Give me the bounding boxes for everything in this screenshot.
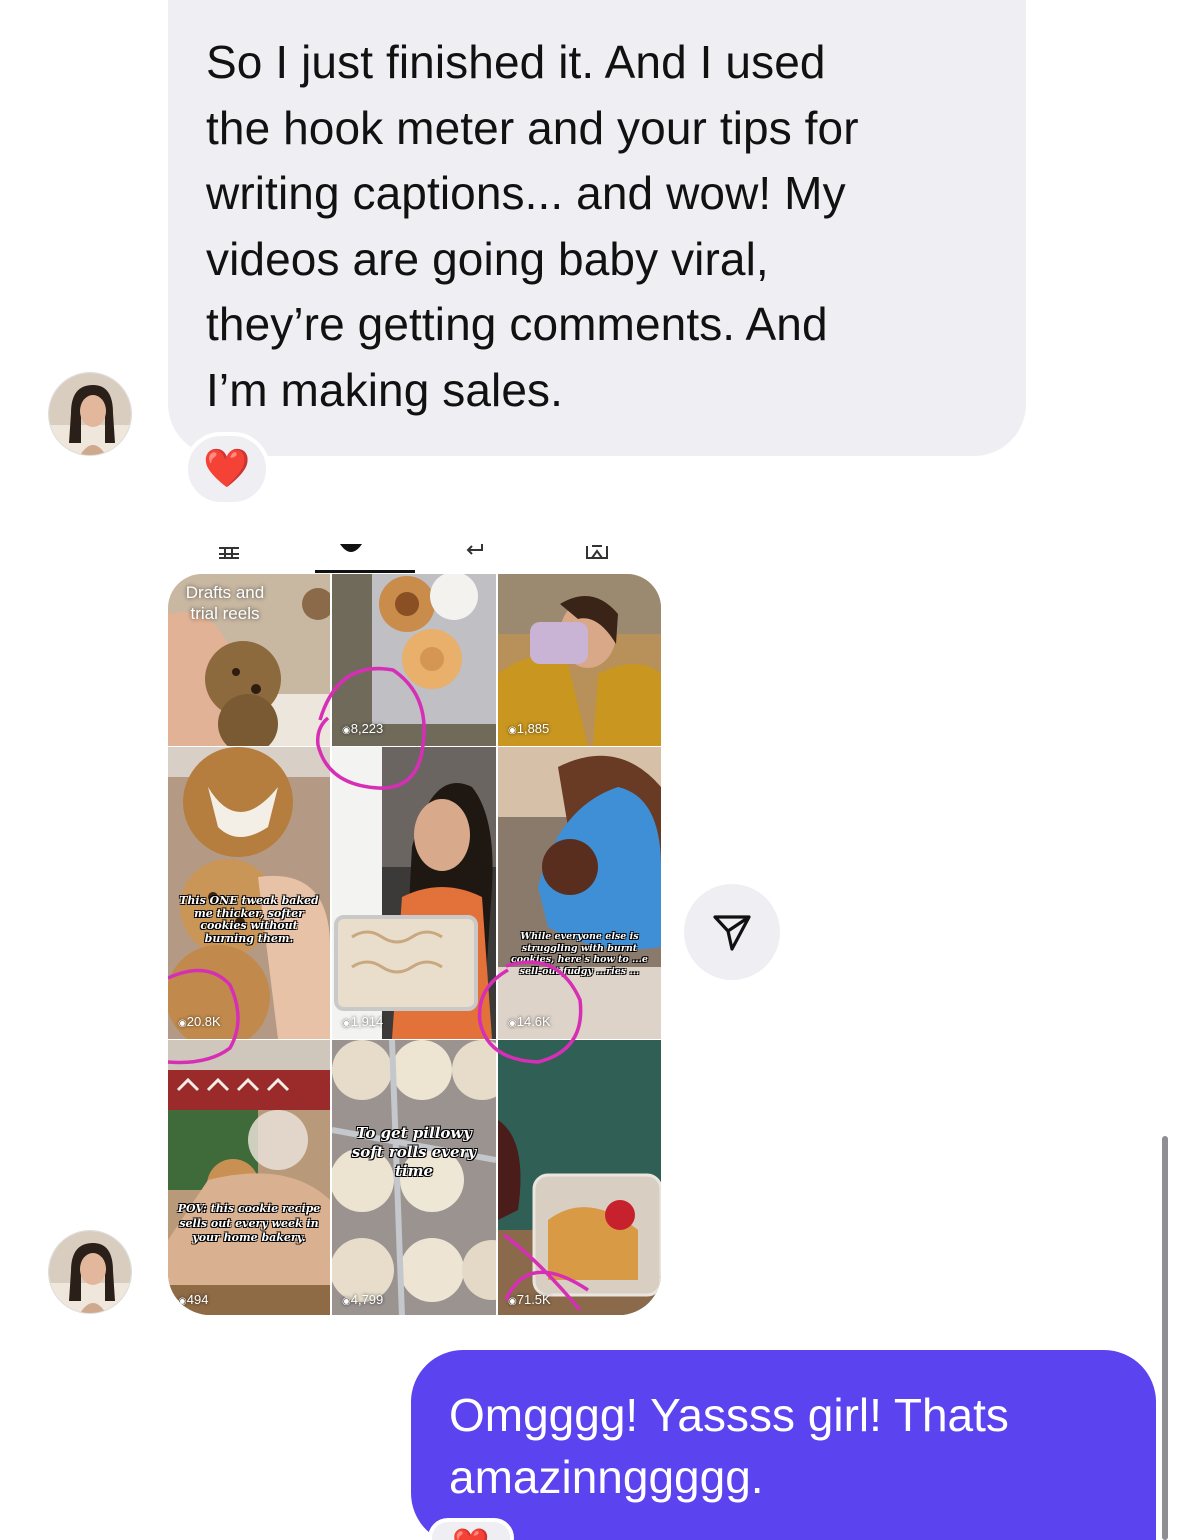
reel-caption: While everyone else is struggling with b… [511, 931, 648, 977]
cookie-dough-photo [498, 747, 661, 1039]
paper-plane-icon [713, 915, 751, 951]
gooey-cookie-photo [168, 747, 330, 1039]
outgoing-message-bubble[interactable]: Omgggg! Yassss girl! Thats amazinnggggg. [411, 1350, 1156, 1540]
chat-thread: So I just finished it. And I used the ho… [0, 0, 1177, 1540]
packaged-roll-photo [498, 1040, 661, 1315]
heart-reaction[interactable]: ❤️ [184, 432, 270, 506]
heart-icon: ❤️ [203, 448, 251, 490]
outgoing-message-text: Omgggg! Yassss girl! Thats amazinnggggg. [449, 1389, 1009, 1503]
heart-icon: ❤️ [452, 1528, 489, 1540]
reels-grid: Drafts and trial reels 8,223 [168, 574, 661, 1315]
view-count: 14.6K [508, 1014, 551, 1029]
baker-photo [332, 747, 496, 1039]
reel-tile[interactable]: To get pillowy soft rolls every time 4,7… [332, 1040, 496, 1315]
avatar[interactable] [48, 372, 132, 456]
reel-tile[interactable]: This ONE tweak baked me thicker, softer … [168, 747, 330, 1039]
scrollbar[interactable] [1162, 1136, 1168, 1540]
reel-tile[interactable]: 1,914 [332, 747, 496, 1039]
reel-tile[interactable]: POV: this cookie recipe sells out every … [168, 1040, 330, 1315]
view-count: 4,799 [342, 1292, 384, 1307]
reel-caption: To get pillowy soft rolls every time [351, 1124, 477, 1180]
reel-tile[interactable]: 8,223 [332, 574, 496, 746]
shared-screenshot[interactable]: Drafts and trial reels 8,223 [168, 530, 661, 1315]
grid-icon [219, 547, 239, 559]
heart-reaction[interactable]: ❤️ [428, 1518, 514, 1540]
reel-tile[interactable]: 1,885 [498, 574, 661, 746]
reels-icon [340, 544, 362, 552]
view-count: 1,914 [342, 1014, 384, 1029]
view-count: 8,223 [342, 721, 384, 736]
view-count: 494 [178, 1292, 209, 1307]
view-count: 1,885 [508, 721, 550, 736]
drafts-label: Drafts and trial reels [185, 583, 265, 623]
view-count: 20.8K [178, 1014, 221, 1029]
reel-tile[interactable]: 71.5K [498, 1040, 661, 1315]
incoming-message-text: So I just finished it. And I used the ho… [206, 36, 859, 416]
reel-tile[interactable]: Drafts and trial reels [168, 574, 330, 746]
reel-caption: This ONE tweak baked me thicker, softer … [179, 894, 319, 945]
share-button[interactable] [684, 884, 780, 980]
avatar[interactable] [48, 1230, 132, 1314]
profile-tab-bar [168, 530, 661, 574]
reel-tile[interactable]: While everyone else is struggling with b… [498, 747, 661, 1039]
view-count: 71.5K [508, 1292, 551, 1307]
holiday-cookie-photo [168, 1040, 330, 1315]
repost-icon [466, 544, 483, 555]
reel-caption: POV: this cookie recipe sells out every … [177, 1202, 321, 1244]
tagged-icon [586, 545, 608, 559]
active-tab-indicator [315, 570, 415, 573]
incoming-message-bubble[interactable]: So I just finished it. And I used the ho… [168, 0, 1026, 456]
